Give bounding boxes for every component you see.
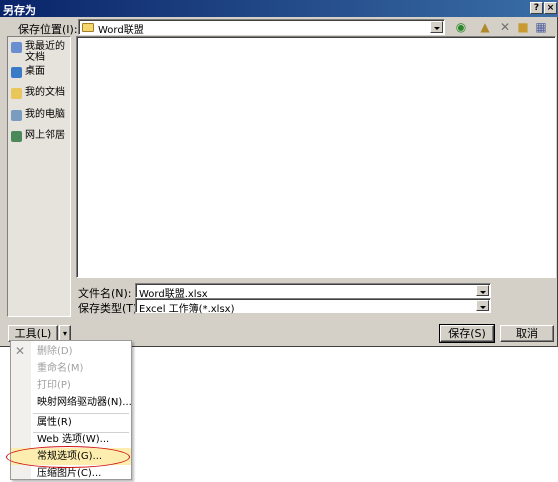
places-bar: 我最近的文档 桌面 我的文档 我的电脑 网上邻居 bbox=[7, 36, 71, 317]
place-recent[interactable]: 我最近的文档 bbox=[10, 41, 70, 63]
place-network[interactable]: 网上邻居 bbox=[10, 130, 70, 142]
place-label: 我的文档 bbox=[25, 87, 65, 98]
highlight-annotation bbox=[6, 446, 130, 468]
location-label: 保存位置(I): bbox=[18, 23, 78, 36]
views-icon[interactable]: ▦ bbox=[532, 19, 550, 35]
place-computer[interactable]: 我的电脑 bbox=[10, 109, 70, 121]
recent-icon bbox=[11, 42, 22, 53]
menu-item-label: 删除(D) bbox=[37, 346, 73, 357]
menu-item-label: 打印(P) bbox=[37, 380, 71, 391]
menu-item-label: 重命名(M) bbox=[37, 363, 84, 374]
help-button[interactable]: ? bbox=[530, 2, 543, 14]
menu-item-rename[interactable]: 重命名(M) bbox=[11, 360, 131, 377]
close-icon: ✕ bbox=[15, 344, 26, 358]
new-folder-icon[interactable]: ■ bbox=[514, 19, 532, 35]
cancel-button[interactable]: 取消 bbox=[500, 325, 554, 342]
menu-item-print[interactable]: 打印(P) bbox=[11, 377, 131, 394]
place-label: 桌面 bbox=[25, 66, 45, 77]
save-button[interactable]: 保存(S) bbox=[439, 324, 495, 343]
place-desktop[interactable]: 桌面 bbox=[10, 66, 70, 78]
chevron-down-icon[interactable] bbox=[476, 300, 489, 311]
title-bar: 另存为 ? × bbox=[0, 0, 558, 17]
close-button[interactable]: × bbox=[544, 2, 557, 14]
location-dropdown[interactable]: Word联盟 bbox=[78, 19, 445, 36]
save-as-dialog: 另存为 ? × 保存位置(I): Word联盟 ◉ ▲ ✕ ■ ▦ 我最近的文档… bbox=[0, 0, 558, 347]
chevron-down-icon[interactable] bbox=[430, 21, 443, 33]
file-list[interactable] bbox=[76, 36, 556, 278]
filetype-value: Excel 工作簿(*.xlsx) bbox=[139, 304, 235, 315]
menu-item-delete[interactable]: ✕ 删除(D) bbox=[11, 343, 131, 360]
delete-icon[interactable]: ✕ bbox=[496, 19, 514, 35]
place-label: 我最近的文档 bbox=[25, 41, 65, 63]
mydocs-icon bbox=[11, 88, 22, 99]
chevron-down-icon[interactable] bbox=[476, 285, 489, 296]
menu-item-label: 属性(R) bbox=[37, 417, 72, 428]
place-label: 网上邻居 bbox=[25, 130, 65, 141]
filetype-label: 保存类型(T): bbox=[78, 302, 142, 315]
menu-item-properties[interactable]: 属性(R) bbox=[11, 414, 131, 431]
network-icon bbox=[11, 131, 22, 142]
up-folder-icon[interactable]: ▲ bbox=[476, 19, 494, 35]
back-icon[interactable]: ◉ bbox=[452, 19, 470, 35]
filename-label: 文件名(N): bbox=[78, 287, 132, 300]
place-label: 我的电脑 bbox=[25, 109, 65, 120]
menu-item-label: 映射网络驱动器(N)... bbox=[37, 397, 132, 408]
filetype-dropdown[interactable]: Excel 工作簿(*.xlsx) bbox=[135, 298, 491, 315]
place-mydocs[interactable]: 我的文档 bbox=[10, 87, 70, 99]
menu-item-map-drive[interactable]: 映射网络驱动器(N)... bbox=[11, 394, 132, 411]
location-value: Word联盟 bbox=[98, 25, 144, 36]
folder-icon bbox=[82, 23, 94, 32]
window-title: 另存为 bbox=[3, 4, 36, 17]
desktop-icon bbox=[11, 67, 22, 78]
filename-input[interactable]: Word联盟.xlsx bbox=[135, 283, 491, 300]
computer-icon bbox=[11, 110, 22, 121]
